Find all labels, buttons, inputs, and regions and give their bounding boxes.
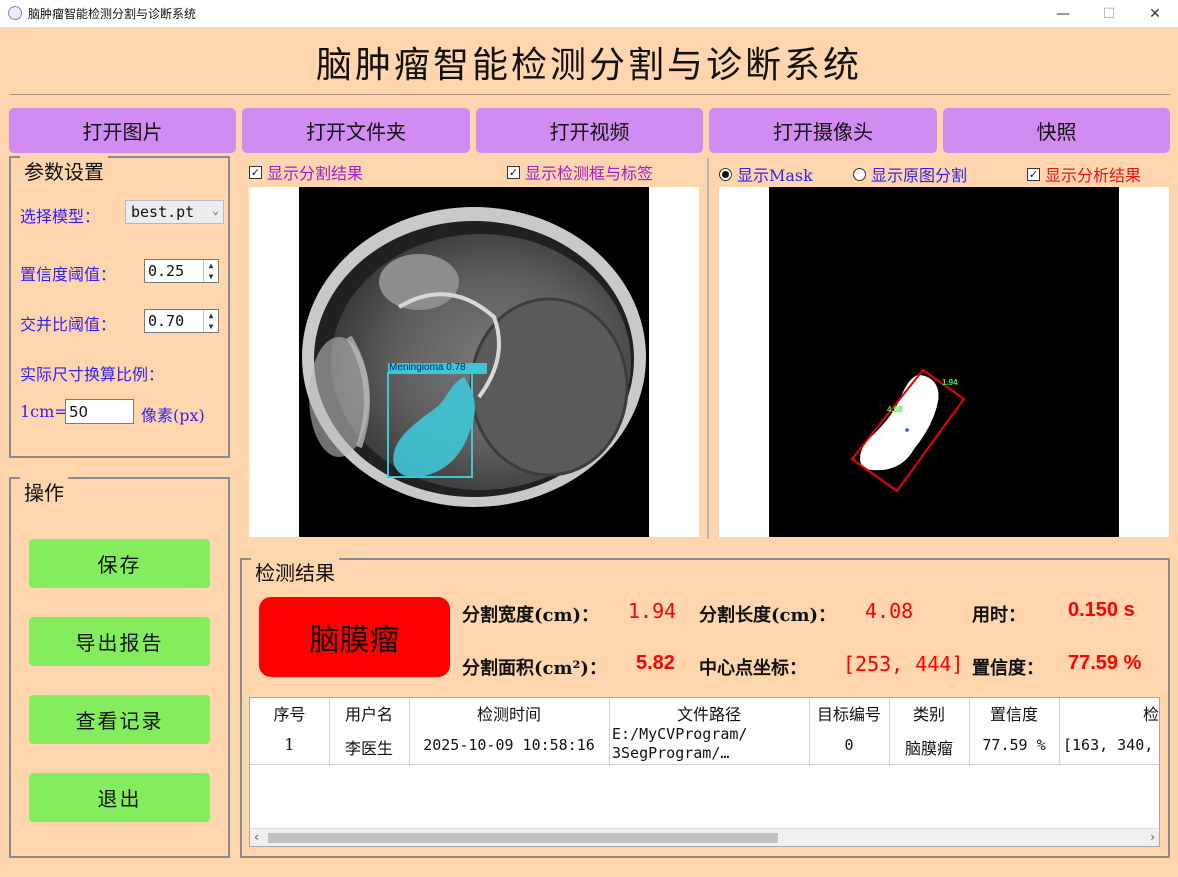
show-mask-radio[interactable]: 显示Mask: [719, 162, 813, 186]
scroll-right-icon[interactable]: ›: [1150, 830, 1155, 844]
show-seg-checkbox[interactable]: ✓ 显示分割结果: [249, 160, 363, 184]
cell-time: 2025-10-09 10:58:16: [423, 736, 595, 754]
open-camera-button[interactable]: 打开摄像头: [709, 108, 937, 153]
radio-selected-icon[interactable]: [719, 167, 732, 181]
show-orig-seg-label: 显示原图分割: [871, 166, 968, 185]
cell-path-line1: E:/MyCVProgram/: [612, 725, 748, 743]
scale-input[interactable]: 50: [65, 399, 134, 424]
cell-confidence: 77.59 %: [982, 736, 1046, 754]
params-group-title: 参数设置: [20, 156, 108, 185]
chevron-down-icon: ⌄: [212, 204, 219, 217]
area-value: 5.82: [636, 652, 675, 674]
show-seg-label: 显示分割结果: [267, 164, 364, 183]
conf-threshold-spinbox[interactable]: 0.25 ▲ ▼: [144, 259, 219, 283]
page-title: 脑肿瘤智能检测分割与诊断系统: [315, 45, 862, 86]
conf-threshold-value: 0.25: [148, 262, 185, 280]
iou-threshold-spinbox[interactable]: 0.70 ▲ ▼: [144, 309, 219, 333]
center-label: 中心点坐标：: [699, 658, 807, 679]
checkbox-checked-icon[interactable]: ✓: [507, 165, 520, 179]
conf-threshold-label: 置信度阈值：: [20, 265, 117, 284]
area-label: 分割面积(cm²)：: [462, 658, 607, 679]
model-select[interactable]: best.pt ⌄: [125, 200, 224, 224]
show-box-checkbox[interactable]: ✓ 显示检测框与标签: [507, 160, 653, 184]
show-analysis-label: 显示分析结果: [1045, 166, 1142, 185]
app-icon: [8, 6, 22, 20]
results-group-title: 检测结果: [251, 557, 339, 586]
seg-width-value: 1.94: [628, 599, 677, 623]
column-header-box[interactable]: 检测: [1059, 701, 1159, 725]
cell-category: 脑膜瘤: [904, 739, 953, 758]
diagnosis-badge: 脑膜瘤: [259, 597, 450, 677]
cell-index: 1: [284, 735, 295, 754]
mask-image: [769, 187, 1119, 537]
original-image-view: Meningioma 0.78: [249, 187, 699, 537]
column-header-index[interactable]: 序号: [250, 701, 329, 725]
column-header-path[interactable]: 文件路径: [609, 701, 809, 725]
mri-scan-image: [299, 187, 649, 537]
operations-group-title: 操作: [20, 477, 68, 506]
show-orig-seg-radio[interactable]: 显示原图分割: [853, 162, 967, 186]
column-header-confidence[interactable]: 置信度: [969, 701, 1059, 725]
export-report-button[interactable]: 导出报告: [29, 617, 210, 666]
spin-arrows-icon[interactable]: ▲ ▼: [203, 310, 218, 332]
seg-length-value: 4.08: [865, 599, 914, 623]
confidence-value: 77.59 %: [1068, 652, 1142, 674]
show-box-label: 显示检测框与标签: [525, 164, 654, 183]
cell-box: [163, 340,: [1063, 736, 1154, 754]
radio-unselected-icon[interactable]: [853, 167, 866, 181]
cell-target-id: 0: [844, 736, 854, 754]
close-button[interactable]: ✕: [1132, 0, 1178, 27]
show-analysis-checkbox[interactable]: ✓ 显示分析结果: [1027, 162, 1141, 186]
width-annotation: 1.94: [942, 378, 958, 387]
checkbox-checked-icon[interactable]: ✓: [249, 165, 262, 179]
length-annotation: 4.08: [887, 405, 903, 414]
center-point: [905, 428, 909, 432]
open-image-button[interactable]: 打开图片: [9, 108, 236, 153]
open-video-button[interactable]: 打开视频: [476, 108, 703, 153]
cell-path-line2: 3SegProgram/…: [612, 744, 730, 762]
scrollbar-thumb[interactable]: [268, 833, 778, 843]
column-header-category[interactable]: 类别: [889, 701, 969, 725]
minimize-button[interactable]: —: [1040, 0, 1086, 27]
scale-prefix: 1cm=: [20, 402, 68, 421]
iou-threshold-value: 0.70: [148, 312, 185, 330]
view-divider: [707, 158, 709, 539]
cell-user: 李医生: [344, 739, 393, 758]
model-label: 选择模型：: [20, 207, 101, 226]
window-title: 脑肿瘤智能检测分割与诊断系统: [28, 7, 197, 21]
open-folder-button[interactable]: 打开文件夹: [242, 108, 470, 153]
seg-width-label: 分割宽度(cm)：: [462, 605, 600, 626]
maximize-button[interactable]: ☐: [1086, 0, 1132, 27]
detection-box-label: Meningioma 0.78: [389, 362, 466, 373]
results-table[interactable]: 序号 用户名 检测时间 文件路径 目标编号 类别 置信度 检测 1 李医生 20…: [249, 697, 1160, 847]
time-label: 用时：: [972, 605, 1026, 626]
column-header-user[interactable]: 用户名: [329, 701, 409, 725]
column-header-time[interactable]: 检测时间: [409, 701, 609, 725]
iou-threshold-label: 交并比阈值：: [20, 315, 117, 334]
horizontal-scrollbar[interactable]: ‹ ›: [250, 828, 1159, 846]
mask-view: 1.94 4.08: [719, 187, 1169, 537]
model-select-value: best.pt: [131, 203, 195, 221]
time-value: 0.150 s: [1068, 599, 1135, 621]
exit-button[interactable]: 退出: [29, 773, 210, 822]
window-titlebar: 脑肿瘤智能检测分割与诊断系统 — ☐ ✕: [0, 0, 1178, 27]
center-value: [253, 444]: [843, 652, 964, 676]
column-header-target-id[interactable]: 目标编号: [809, 701, 889, 725]
scroll-left-icon[interactable]: ‹: [254, 830, 259, 844]
snapshot-button[interactable]: 快照: [943, 108, 1170, 153]
scale-unit: 像素(px): [141, 406, 205, 425]
checkbox-checked-icon[interactable]: ✓: [1027, 167, 1040, 181]
show-mask-label: 显示Mask: [737, 166, 813, 185]
confidence-label: 置信度：: [972, 658, 1044, 679]
seg-length-label: 分割长度(cm)：: [699, 605, 837, 626]
title-divider: [10, 94, 1170, 95]
save-button[interactable]: 保存: [29, 539, 210, 588]
scale-label: 实际尺寸换算比例：: [20, 365, 165, 384]
spin-arrows-icon[interactable]: ▲ ▼: [203, 260, 218, 282]
view-records-button[interactable]: 查看记录: [29, 695, 210, 744]
